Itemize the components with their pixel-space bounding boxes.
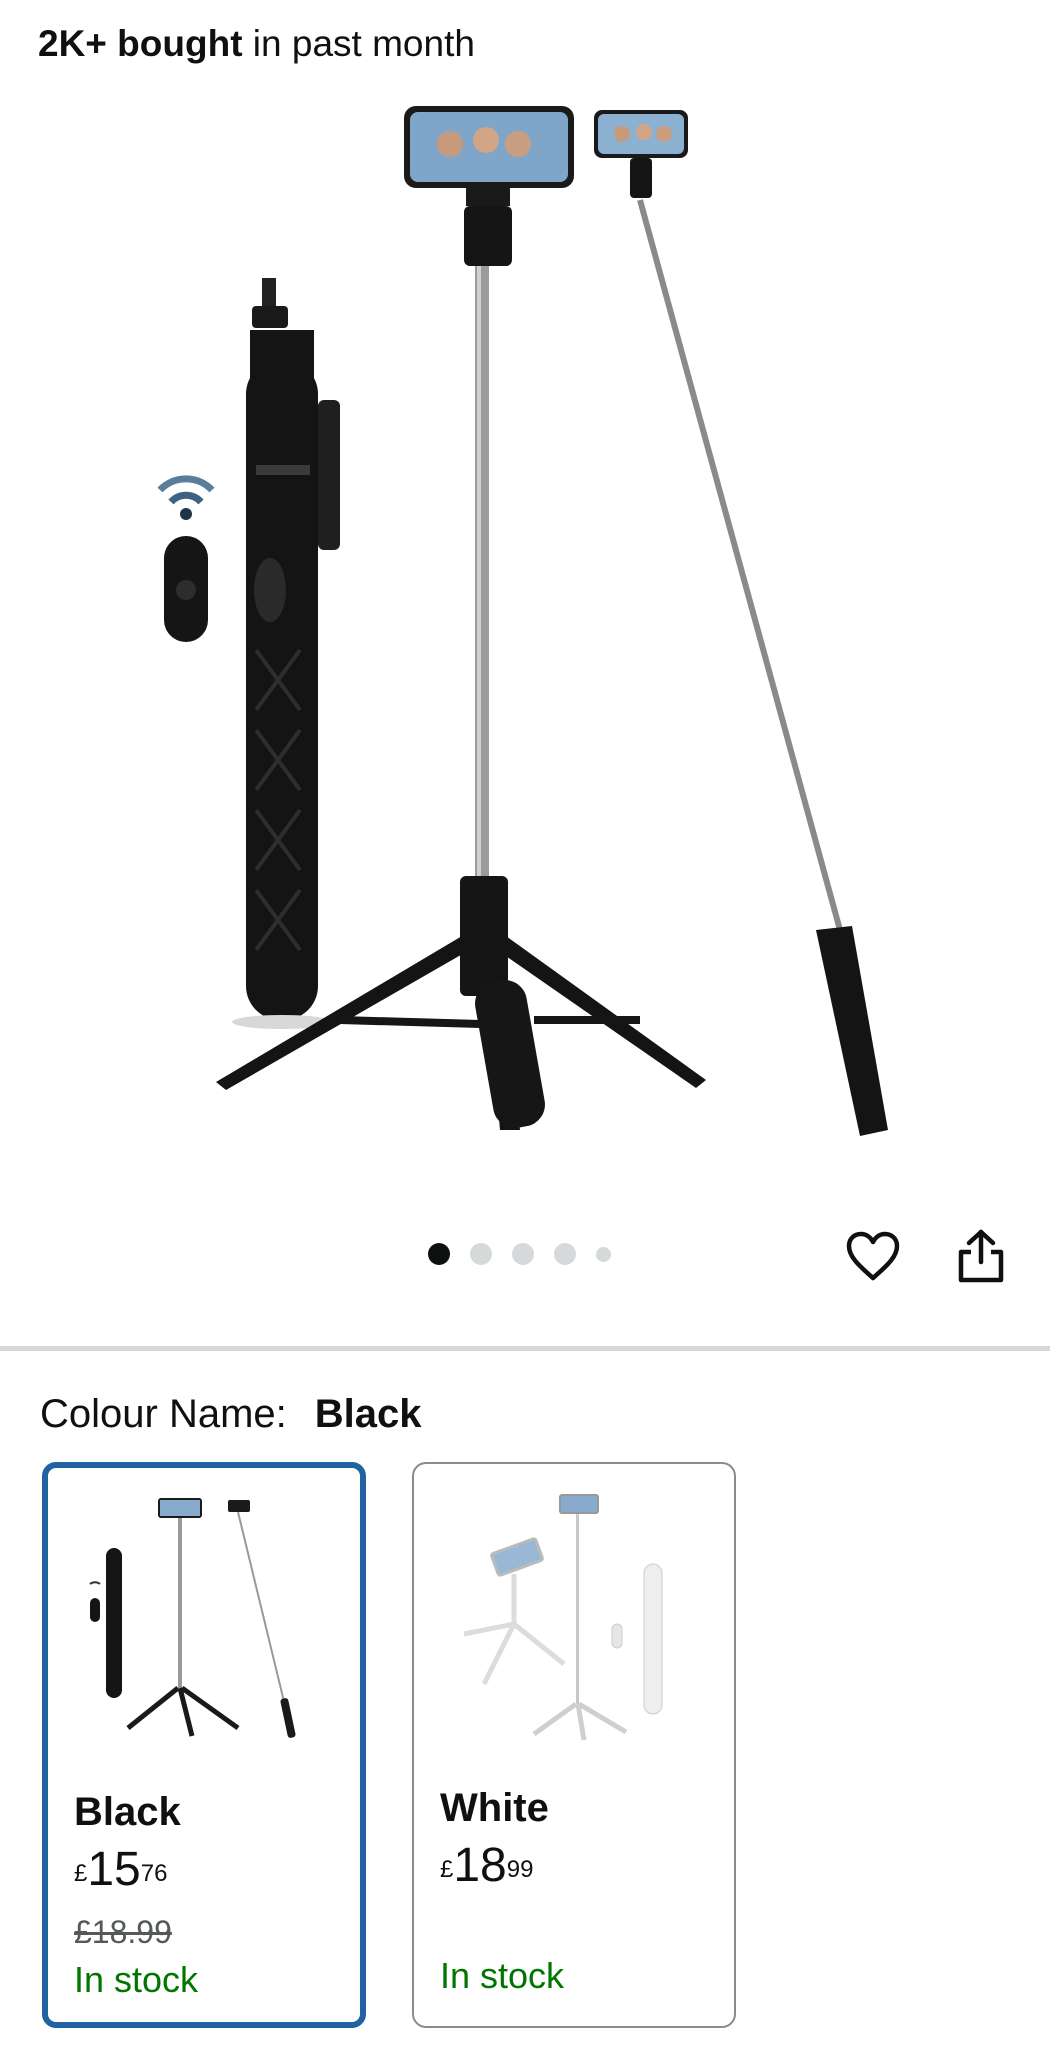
option-name: Black — [74, 1790, 181, 1834]
section-divider — [0, 1346, 1050, 1351]
bought-in-past-month: 2K+ bought in past month — [38, 22, 475, 66]
colour-name-row: Colour Name: Black — [40, 1390, 422, 1438]
option-name: White — [440, 1786, 549, 1830]
white-variant-thumbnail — [463, 1494, 663, 1741]
colour-option-white[interactable]: White £1899 In stock — [412, 1462, 736, 2028]
share-icon — [958, 1229, 1004, 1283]
price-fraction: 99 — [506, 1856, 534, 1883]
stock-status: In stock — [440, 1955, 565, 1996]
folded-stick-illustration — [232, 278, 340, 1029]
add-to-wishlist-button[interactable] — [843, 1226, 903, 1286]
bluetooth-remote-illustration — [157, 475, 215, 642]
black-variant-thumbnail — [89, 1498, 296, 1738]
image-carousel-indicator — [428, 1242, 611, 1266]
carousel-dot-1[interactable] — [428, 1243, 450, 1265]
carousel-dot-3[interactable] — [512, 1243, 534, 1265]
bought-period: in past month — [242, 23, 475, 64]
colour-name-value: Black — [314, 1392, 422, 1436]
carousel-dot-5[interactable] — [596, 1246, 611, 1262]
was-price: £18.99 — [74, 1914, 172, 1950]
colour-name-label: Colour Name: — [40, 1392, 287, 1436]
carousel-dot-2[interactable] — [470, 1243, 492, 1265]
share-button[interactable] — [951, 1226, 1011, 1286]
bought-count: 2K+ bought — [38, 23, 243, 64]
option-price: £1576 — [74, 1844, 167, 1896]
price-whole: 18 — [453, 1839, 507, 1892]
price-currency: £ — [74, 1860, 88, 1887]
price-whole: 15 — [87, 1843, 141, 1896]
option-price: £1899 — [440, 1840, 533, 1892]
heart-outline-icon — [846, 1231, 900, 1281]
extended-stick-illustration — [594, 110, 888, 1136]
product-main-image[interactable] — [0, 90, 1050, 1190]
stock-status: In stock — [74, 1959, 199, 2000]
price-fraction: 76 — [140, 1860, 168, 1887]
colour-option-black[interactable]: Black £1576 £18.99 In stock — [42, 1462, 366, 2028]
price-currency: £ — [440, 1856, 454, 1883]
carousel-dot-4[interactable] — [554, 1243, 576, 1265]
selfie-stick-tripod-image — [157, 106, 888, 1136]
